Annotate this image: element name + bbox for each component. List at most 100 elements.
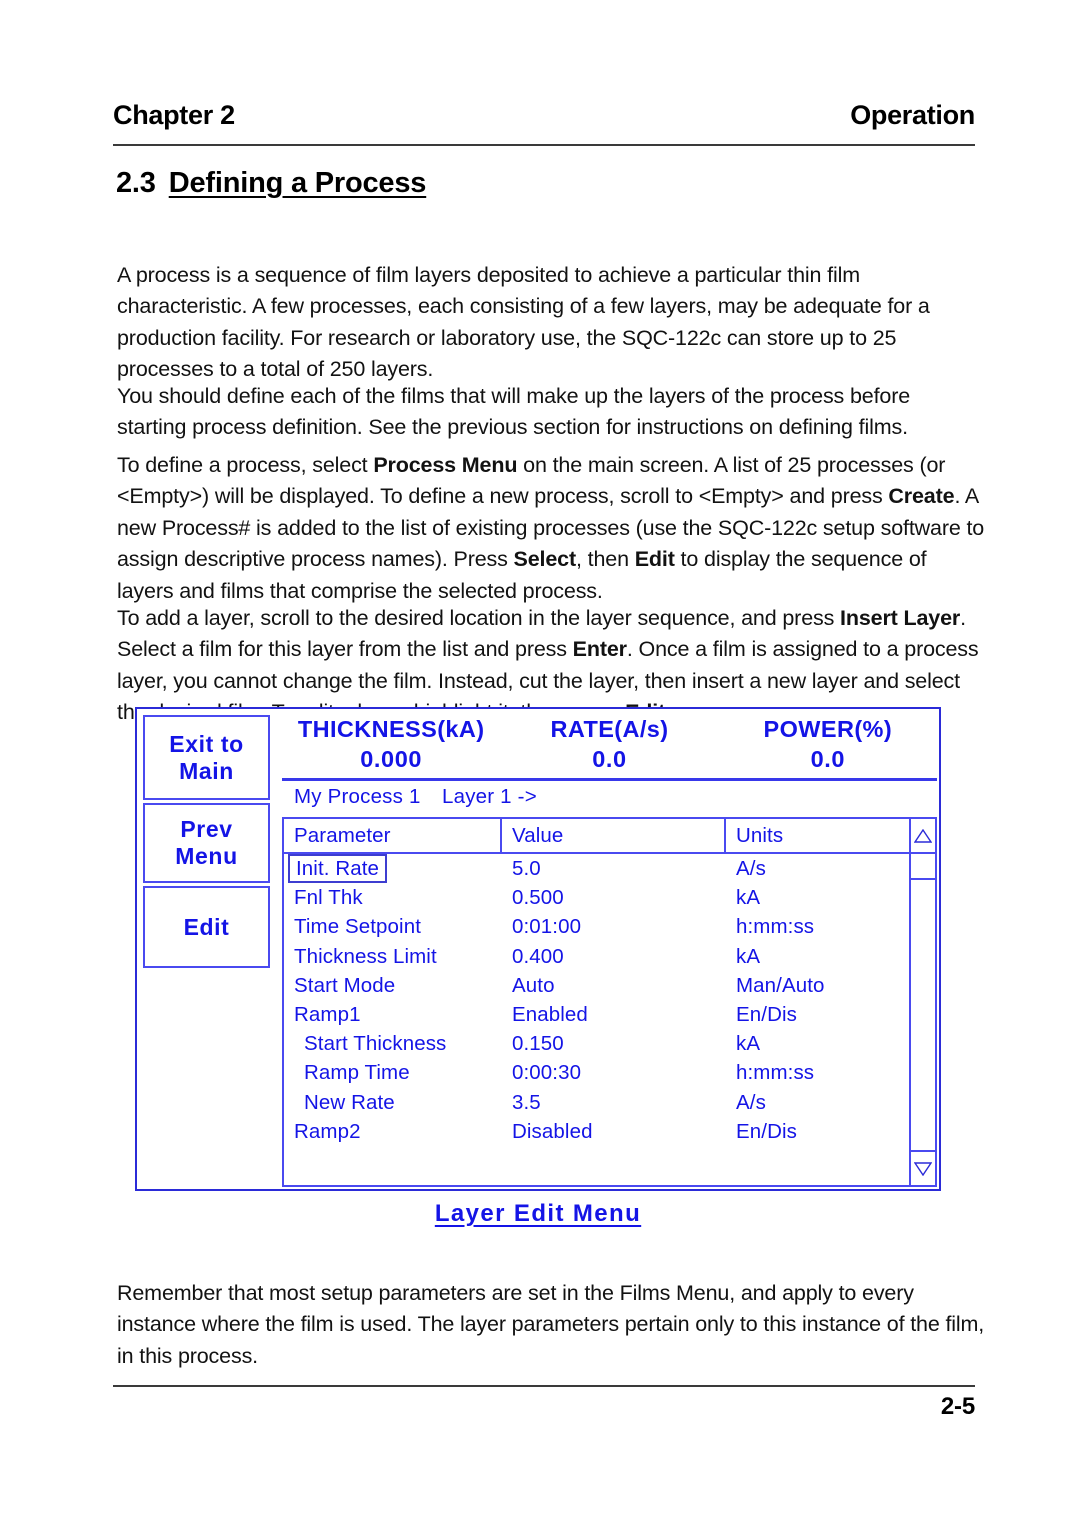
- softkey-label-line2: Main: [179, 757, 234, 784]
- cell-value: 3.5: [512, 1090, 541, 1114]
- emphasis-insert-layer: Insert Layer: [840, 605, 961, 630]
- cell-value: 0.500: [512, 886, 564, 910]
- triangle-up-icon[interactable]: [911, 819, 935, 854]
- cell-value: 0.400: [512, 944, 564, 968]
- emphasis-process-menu: Process Menu: [373, 452, 518, 477]
- cell-parameter: Time Setpoint: [294, 915, 422, 939]
- section-title: Defining a Process: [168, 167, 427, 199]
- table-row[interactable]: Ramp1 Enabled En/Dis: [284, 1000, 911, 1029]
- readout-value: 0.0: [810, 746, 846, 772]
- paragraph-text: To add a layer, scroll to the desired lo…: [117, 605, 841, 630]
- running-head-chapter: Chapter 2: [113, 100, 235, 130]
- cell-parameter: Ramp Time: [304, 1061, 410, 1085]
- cell-units: kA: [736, 944, 761, 968]
- cell-units: Man/Auto: [736, 973, 825, 997]
- readout-value: 0.000: [360, 746, 423, 772]
- paragraph-text: You should define each of the films that…: [117, 383, 911, 440]
- cell-value: 0.150: [512, 1032, 564, 1056]
- cell-value: Disabled: [512, 1119, 593, 1143]
- device-screen: Exit to Main Prev Menu Edit THICKNESS(kA…: [140, 712, 937, 1187]
- softkey-label-line1: Edit: [183, 913, 230, 940]
- figure-caption-text: Layer Edit Menu: [434, 1200, 642, 1227]
- paragraph-intro: A process is a sequence of film layers d…: [117, 260, 985, 386]
- emphasis-edit: Edit: [634, 547, 675, 571]
- table-row[interactable]: Ramp Time 0:00:30 h:mm:ss: [284, 1058, 911, 1087]
- table-row[interactable]: New Rate 3.5 A/s: [284, 1088, 911, 1117]
- readout-label: POWER(%): [763, 716, 893, 742]
- cell-value: 0:01:00: [512, 915, 582, 939]
- softkey-prev-menu[interactable]: Prev Menu: [143, 803, 270, 883]
- emphasis-enter: Enter: [572, 637, 627, 661]
- cell-units: kA: [736, 886, 761, 910]
- display-area: THICKNESS(kA) 0.000 RATE(A/s) 0.0 POWER(…: [282, 715, 937, 1187]
- paragraph-text: To define a process, select: [117, 452, 374, 477]
- table-row[interactable]: Fnl Thk 0.500 kA: [284, 883, 911, 912]
- softkey-label-line2: Menu: [175, 843, 238, 869]
- paragraph-define-films: You should define each of the films that…: [117, 381, 985, 444]
- triangle-down-icon[interactable]: [911, 1150, 935, 1185]
- table-row[interactable]: Start Mode Auto Man/Auto: [284, 971, 911, 1000]
- running-head-section: Operation: [850, 100, 975, 130]
- softkey-edit[interactable]: Edit: [143, 886, 270, 968]
- cell-parameter: Ramp2: [294, 1119, 361, 1143]
- column-header-value: Value: [502, 819, 726, 852]
- cell-value: Enabled: [512, 1002, 588, 1026]
- table-header-row: Parameter Value Units: [284, 819, 935, 854]
- paragraph-text: Remember that most setup parameters are …: [117, 1280, 985, 1368]
- readout-divider: [282, 778, 937, 781]
- paragraph-remember: Remember that most setup parameters are …: [117, 1278, 985, 1373]
- cell-units: A/s: [736, 857, 766, 880]
- cell-parameter: New Rate: [304, 1090, 395, 1114]
- table-row[interactable]: Time Setpoint 0:01:00 h:mm:ss: [284, 912, 911, 941]
- cell-units: h:mm:ss: [736, 915, 815, 939]
- cell-value: Auto: [512, 973, 555, 997]
- vertical-scrollbar[interactable]: [909, 819, 935, 1185]
- cell-parameter: Init. Rate: [288, 854, 388, 884]
- softkey-exit-to-main[interactable]: Exit to Main: [143, 715, 270, 800]
- table-row[interactable]: Start Thickness 0.150 kA: [284, 1029, 911, 1058]
- emphasis-create: Create: [888, 484, 955, 508]
- header-rule: [113, 144, 975, 146]
- cell-units: En/Dis: [736, 1002, 797, 1026]
- paragraph-text: A process is a sequence of film layers d…: [117, 262, 930, 382]
- column-header-parameter: Parameter: [284, 819, 502, 852]
- breadcrumb-layer[interactable]: Layer 1 ->: [442, 785, 537, 808]
- table-row[interactable]: Init. Rate 5.0 A/s: [284, 854, 911, 884]
- readout-thickness: THICKNESS(kA) 0.000: [282, 715, 500, 774]
- parameter-table: Parameter Value Units Init. Rate 5.0 A/s Fn…: [282, 817, 937, 1187]
- cell-parameter: Ramp1: [294, 1002, 361, 1026]
- cell-parameter: Thickness Limit: [294, 944, 437, 968]
- paragraph-define-process: To define a process, select Process Menu…: [117, 450, 985, 608]
- table-row[interactable]: Ramp2 Disabled En/Dis: [284, 1117, 911, 1146]
- page-number: 2-5: [940, 1393, 975, 1420]
- table-row[interactable]: Thickness Limit 0.400 kA: [284, 942, 911, 971]
- table-body: Init. Rate 5.0 A/s Fnl Thk 0.500 kA Time Setpo…: [284, 854, 911, 1185]
- cell-units: h:mm:ss: [736, 1061, 815, 1085]
- layer-edit-menu-figure: Exit to Main Prev Menu Edit THICKNESS(kA…: [135, 707, 941, 1191]
- cell-units: En/Dis: [736, 1119, 797, 1143]
- cell-units: A/s: [736, 1090, 766, 1114]
- cell-value: 0:00:30: [512, 1061, 582, 1085]
- scrollbar-thumb[interactable]: [911, 854, 935, 880]
- section-heading: 2.3 Defining a Process: [116, 167, 426, 200]
- readout-label: RATE(A/s): [550, 716, 669, 742]
- cell-parameter: Start Mode: [294, 973, 396, 997]
- softkey-label-line1: Prev: [180, 816, 233, 842]
- cell-parameter: Fnl Thk: [294, 886, 363, 910]
- column-header-units: Units: [726, 819, 911, 852]
- figure-caption: Layer Edit Menu: [135, 1200, 941, 1228]
- cell-value: 5.0: [512, 857, 541, 880]
- breadcrumb-process: My Process 1: [294, 785, 421, 808]
- softkey-column: Exit to Main Prev Menu Edit: [143, 715, 270, 1187]
- section-number: 2.3: [116, 167, 156, 199]
- running-head: Chapter 2 Operation: [113, 100, 975, 131]
- readout-bar: THICKNESS(kA) 0.000 RATE(A/s) 0.0 POWER(…: [282, 715, 937, 774]
- readout-power: POWER(%) 0.0: [719, 715, 937, 774]
- softkey-label-line1: Exit to: [169, 730, 244, 757]
- readout-rate: RATE(A/s) 0.0: [500, 715, 718, 774]
- paragraph-text: , then: [576, 547, 635, 571]
- readout-value: 0.0: [592, 746, 627, 772]
- page: Chapter 2 Operation 2.3 Defining a Proces…: [113, 0, 984, 1528]
- breadcrumb: My Process 1 Layer 1 ->: [294, 785, 537, 809]
- cell-parameter: Start Thickness: [304, 1032, 447, 1056]
